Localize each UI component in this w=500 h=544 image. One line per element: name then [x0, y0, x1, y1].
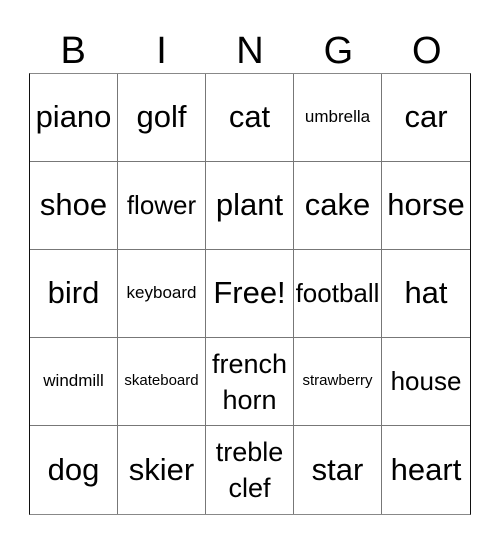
- bingo-cell[interactable]: cat: [206, 74, 294, 162]
- bingo-cell[interactable]: shoe: [30, 162, 118, 250]
- bingo-cell[interactable]: umbrella: [294, 74, 382, 162]
- bingo-cell[interactable]: plant: [206, 162, 294, 250]
- bingo-cell[interactable]: piano: [30, 74, 118, 162]
- bingo-cell[interactable]: house: [382, 338, 470, 426]
- bingo-cell-free-space[interactable]: Free!: [206, 250, 294, 338]
- bingo-cell[interactable]: flower: [118, 162, 206, 250]
- bingo-cell[interactable]: bird: [30, 250, 118, 338]
- bingo-cell[interactable]: french horn: [206, 338, 294, 426]
- bingo-card-grid: piano golf cat umbrella car shoe flower …: [29, 73, 471, 515]
- bingo-cell[interactable]: horse: [382, 162, 470, 250]
- bingo-cell[interactable]: heart: [382, 426, 470, 514]
- header-letter-o: O: [411, 30, 442, 72]
- bingo-cell[interactable]: golf: [118, 74, 206, 162]
- header-letter-g: G: [323, 30, 354, 72]
- bingo-cell[interactable]: windmill: [30, 338, 118, 426]
- bingo-cell[interactable]: star: [294, 426, 382, 514]
- bingo-header: B I N G O: [29, 30, 471, 73]
- bingo-cell[interactable]: skier: [118, 426, 206, 514]
- bingo-cell[interactable]: skateboard: [118, 338, 206, 426]
- bingo-cell[interactable]: strawberry: [294, 338, 382, 426]
- header-letter-b: B: [60, 30, 86, 72]
- bingo-cell[interactable]: keyboard: [118, 250, 206, 338]
- header-letter-i: I: [156, 30, 167, 72]
- bingo-cell[interactable]: dog: [30, 426, 118, 514]
- bingo-cell[interactable]: treble clef: [206, 426, 294, 514]
- bingo-cell[interactable]: football: [294, 250, 382, 338]
- bingo-cell[interactable]: car: [382, 74, 470, 162]
- bingo-cell[interactable]: cake: [294, 162, 382, 250]
- header-letter-n: N: [236, 30, 264, 72]
- bingo-cell[interactable]: hat: [382, 250, 470, 338]
